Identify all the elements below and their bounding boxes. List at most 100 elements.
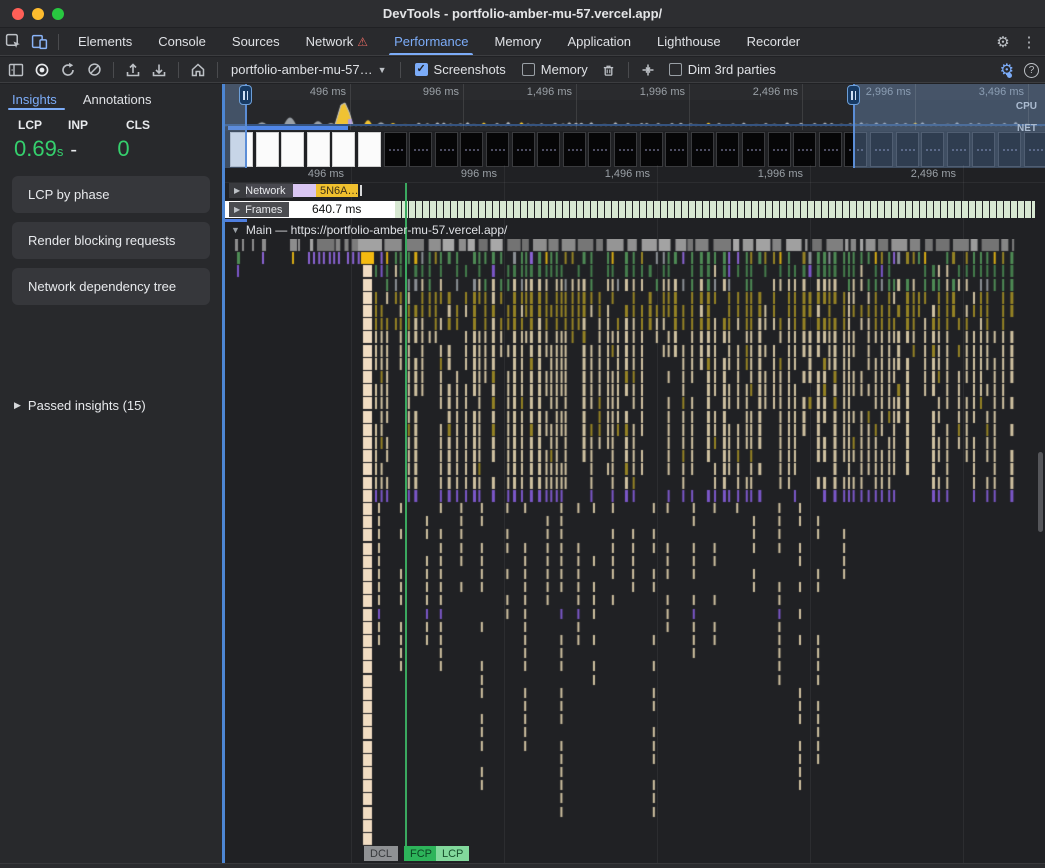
tab-recorder[interactable]: Recorder xyxy=(734,28,813,55)
selection-right-handle[interactable] xyxy=(847,85,860,105)
ruler-tick: 1,996 ms xyxy=(758,168,803,180)
history-select[interactable]: portfolio-amber-mu-57…▼ xyxy=(225,62,393,77)
network-track-toggle[interactable]: ▶ Network xyxy=(229,183,293,198)
screenshot-thumbnail[interactable] xyxy=(665,132,688,167)
dim-3rd-parties-checkbox[interactable]: Dim 3rd parties xyxy=(662,62,783,77)
overview-tick-line xyxy=(1028,84,1029,130)
screenshots-filmstrip[interactable] xyxy=(225,131,1045,168)
overview-ruler[interactable] xyxy=(225,84,1045,100)
screenshot-thumbnail[interactable] xyxy=(947,132,970,167)
inspect-element-icon[interactable] xyxy=(0,30,26,54)
selection-left-handle[interactable] xyxy=(239,85,252,105)
ruler-tick: 1,496 ms xyxy=(605,168,650,180)
screenshot-thumbnail[interactable] xyxy=(640,132,663,167)
device-toolbar-icon[interactable] xyxy=(26,30,52,54)
tab-insights[interactable]: Insights xyxy=(12,90,65,110)
screenshot-thumbnail[interactable] xyxy=(998,132,1021,167)
tabbar-right-controls: ⚙ ⋮ xyxy=(991,28,1041,56)
divider xyxy=(217,62,218,78)
screenshot-thumbnail[interactable] xyxy=(588,132,611,167)
frames-track-toggle[interactable]: ▶ Frames xyxy=(229,202,289,217)
screenshot-thumbnail[interactable] xyxy=(896,132,919,167)
screenshot-thumbnail[interactable] xyxy=(819,132,842,167)
screenshot-thumbnail[interactable] xyxy=(435,132,458,167)
overview-tick: 3,496 ms xyxy=(979,86,1024,98)
zoom-window-button[interactable] xyxy=(52,8,64,20)
tab-elements[interactable]: Elements xyxy=(65,28,145,55)
main-track-toggle[interactable]: ▼ Main — https://portfolio-amber-mu-57.v… xyxy=(231,223,507,237)
screenshot-thumbnail[interactable] xyxy=(358,132,381,167)
close-window-button[interactable] xyxy=(12,8,24,20)
help-icon[interactable]: ? xyxy=(1024,63,1039,78)
screenshot-thumbnail[interactable] xyxy=(844,132,867,167)
divider xyxy=(113,62,114,78)
screenshot-thumbnail[interactable] xyxy=(716,132,739,167)
screenshot-thumbnail[interactable] xyxy=(332,132,355,167)
screenshot-thumbnail[interactable] xyxy=(409,132,432,167)
minimize-window-button[interactable] xyxy=(32,8,44,20)
cls-label: CLS xyxy=(126,118,150,132)
overview-tick: 996 ms xyxy=(423,86,459,98)
clear-button[interactable] xyxy=(82,59,106,81)
screenshot-thumbnail[interactable] xyxy=(972,132,995,167)
passed-insights-toggle[interactable]: ▶ Passed insights (15) xyxy=(14,398,146,413)
garbage-collect-icon[interactable] xyxy=(597,59,621,81)
tab-memory[interactable]: Memory xyxy=(481,28,554,55)
screenshot-thumbnail[interactable] xyxy=(563,132,586,167)
screenshot-thumbnail[interactable] xyxy=(486,132,509,167)
frames-bar[interactable] xyxy=(395,201,1035,218)
screenshot-thumbnail[interactable] xyxy=(512,132,535,167)
more-options-icon[interactable]: ⋮ xyxy=(1017,30,1041,54)
collapse-tracks-icon[interactable] xyxy=(636,59,660,81)
lcp-value[interactable]: 0.69 xyxy=(14,136,57,162)
screenshot-thumbnail[interactable] xyxy=(384,132,407,167)
tab-application[interactable]: Application xyxy=(554,28,644,55)
screenshot-thumbnail[interactable] xyxy=(1024,132,1045,167)
screenshot-thumbnail[interactable] xyxy=(742,132,765,167)
tab-console[interactable]: Console xyxy=(145,28,219,55)
insight-network-dependency[interactable]: Network dependency tree xyxy=(12,268,210,305)
capture-settings-gear-icon[interactable]: ⚙ xyxy=(1000,60,1014,80)
screenshot-thumbnail[interactable] xyxy=(921,132,944,167)
screenshot-thumbnail[interactable] xyxy=(230,132,253,167)
tab-annotations[interactable]: Annotations xyxy=(83,90,160,110)
screenshot-thumbnail[interactable] xyxy=(768,132,791,167)
screenshot-thumbnail[interactable] xyxy=(870,132,893,167)
screenshot-thumbnail[interactable] xyxy=(537,132,560,167)
screenshot-thumbnail[interactable] xyxy=(793,132,816,167)
screenshot-thumbnail[interactable] xyxy=(460,132,483,167)
upload-profile-icon[interactable] xyxy=(121,59,145,81)
screenshot-thumbnail[interactable] xyxy=(691,132,714,167)
memory-checkbox[interactable]: Memory xyxy=(515,62,595,77)
screenshot-thumbnail[interactable] xyxy=(256,132,279,167)
insight-lcp-by-phase[interactable]: LCP by phase xyxy=(12,176,210,213)
screenshots-checkbox[interactable]: Screenshots xyxy=(408,62,513,77)
insight-render-blocking[interactable]: Render blocking requests xyxy=(12,222,210,259)
network-request-tick[interactable] xyxy=(360,185,362,196)
tab-lighthouse[interactable]: Lighthouse xyxy=(644,28,734,55)
cls-value[interactable]: 0 xyxy=(117,136,129,162)
download-profile-icon[interactable] xyxy=(147,59,171,81)
network-request-bar[interactable]: 5N6A… xyxy=(316,184,358,197)
scrollbar-thumb[interactable] xyxy=(1038,452,1043,532)
home-icon[interactable] xyxy=(186,59,210,81)
tab-sources[interactable]: Sources xyxy=(219,28,293,55)
lcp-marker[interactable]: LCP xyxy=(436,846,469,861)
timings-bar xyxy=(225,219,247,222)
screenshot-thumbnail[interactable] xyxy=(614,132,637,167)
toggle-sidebar-icon[interactable] xyxy=(4,59,28,81)
reload-record-button[interactable] xyxy=(56,59,80,81)
record-button[interactable] xyxy=(30,59,54,81)
main-flame-chart[interactable] xyxy=(228,239,1045,846)
overview-tick: 2,996 ms xyxy=(866,86,911,98)
fcp-marker[interactable]: FCP xyxy=(404,846,438,861)
tab-network[interactable]: Network⚠ xyxy=(293,28,381,55)
settings-gear-icon[interactable]: ⚙ xyxy=(991,30,1015,54)
screenshot-thumbnail[interactable] xyxy=(307,132,330,167)
screenshot-thumbnail[interactable] xyxy=(281,132,304,167)
chevron-right-icon: ▶ xyxy=(234,186,240,195)
dcl-marker[interactable]: DCL xyxy=(364,846,398,861)
tab-performance[interactable]: Performance xyxy=(381,28,481,55)
devtools-window: DevTools - portfolio-amber-mu-57.vercel.… xyxy=(0,0,1045,868)
chevron-down-icon: ▼ xyxy=(378,65,387,75)
